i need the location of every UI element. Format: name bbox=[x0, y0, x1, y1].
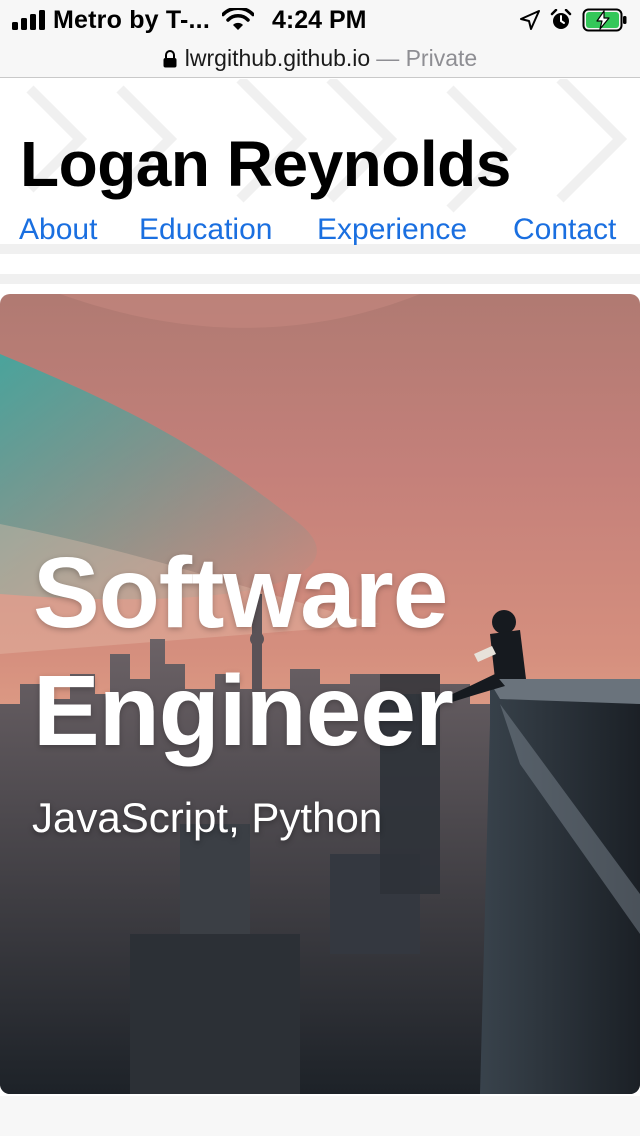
status-left: Metro by T-... bbox=[12, 6, 210, 34]
nav-link-education[interactable]: Education bbox=[139, 213, 272, 247]
nav-link-about[interactable]: About bbox=[19, 213, 97, 247]
wifi-icon bbox=[222, 8, 254, 30]
hero-subtitle: JavaScript, Python bbox=[32, 794, 383, 841]
page-title: Logan Reynolds bbox=[20, 128, 511, 200]
hero-banner: Software Engineer JavaScript, Python bbox=[0, 294, 640, 1094]
bottom-strip bbox=[0, 1096, 640, 1136]
address-bar[interactable]: lwrgithub.github.io — Private bbox=[0, 40, 640, 78]
hero-title-line1: Software bbox=[33, 537, 448, 649]
lock-icon bbox=[163, 49, 177, 67]
hero-title-line2: Engineer bbox=[33, 655, 454, 767]
status-time: 4:24 PM bbox=[272, 5, 367, 34]
carrier-name: Metro by T-... bbox=[53, 5, 210, 34]
alarm-icon bbox=[550, 9, 572, 29]
status-right bbox=[520, 6, 628, 34]
battery-charging-icon bbox=[582, 8, 627, 32]
nav-link-contact[interactable]: Contact bbox=[513, 213, 616, 247]
location-arrow-icon bbox=[520, 10, 540, 30]
nav-link-experience[interactable]: Experience bbox=[317, 213, 467, 247]
status-bar: Metro by T-... 4:24 PM bbox=[0, 0, 640, 40]
hero-title: Software Engineer bbox=[33, 534, 633, 770]
status-center: 4:24 PM bbox=[222, 6, 366, 34]
main-nav: About Education Experience Contact bbox=[0, 213, 640, 253]
signal-icon bbox=[12, 10, 45, 30]
private-label: — Private bbox=[376, 45, 478, 71]
page-content: Logan Reynolds About Education Experienc… bbox=[0, 79, 640, 1136]
url-domain[interactable]: lwrgithub.github.io bbox=[185, 45, 370, 72]
